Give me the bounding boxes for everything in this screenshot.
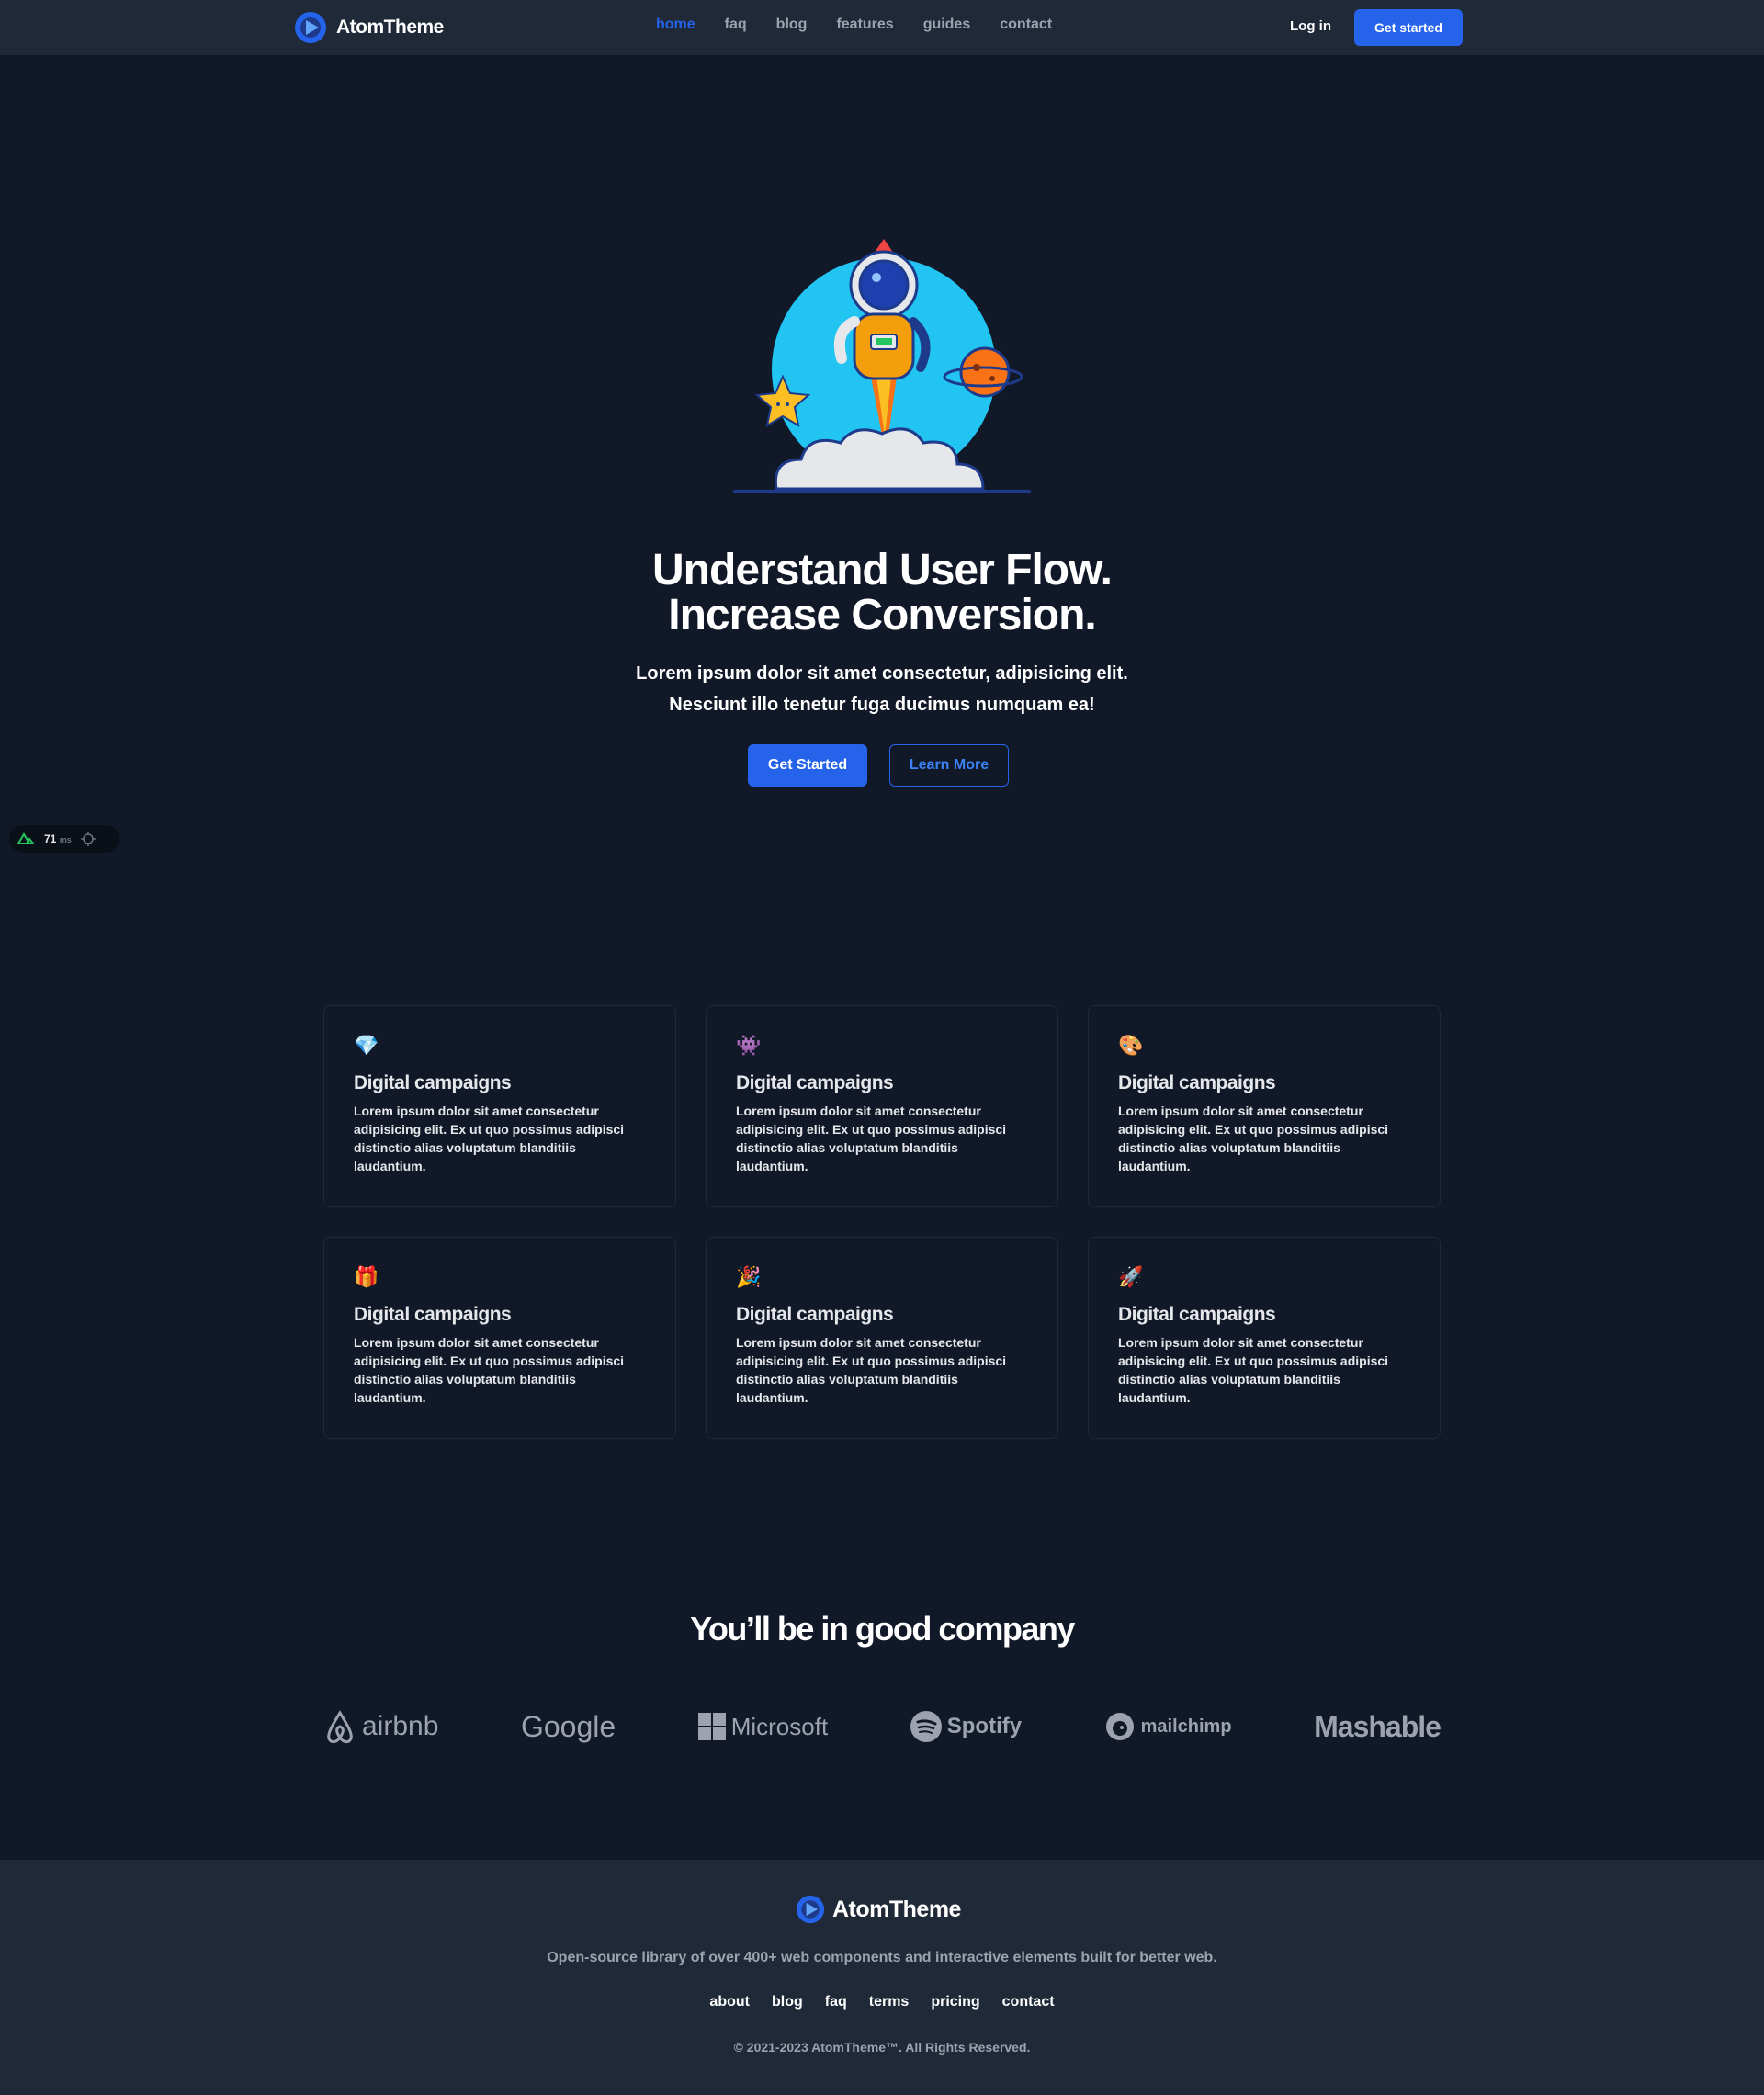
hero-title-line-1: Understand User Flow. <box>652 546 1113 595</box>
footer-brand-name: AtomTheme <box>832 1896 961 1922</box>
nav-link-home[interactable]: home <box>656 17 695 33</box>
copyright: © 2021-2023 AtomTheme™. All Rights Reser… <box>733 2040 1031 2055</box>
gem-icon: 💎 <box>354 1034 379 1057</box>
gift-icon: 🎁 <box>354 1265 379 1288</box>
footer-link-blog[interactable]: blog <box>772 1994 803 2010</box>
nav-link-features[interactable]: features <box>836 17 893 33</box>
airbnb-logo: airbnb <box>323 1704 438 1750</box>
feature-title: Digital campaigns <box>1118 1072 1276 1093</box>
rocket-icon: 🚀 <box>1118 1265 1144 1288</box>
spotify-icon <box>910 1711 942 1742</box>
alien-monster-icon: 👾 <box>736 1034 762 1057</box>
feature-text: Lorem ipsum dolor sit amet consectetur a… <box>354 1335 625 1405</box>
footer-link-terms[interactable]: terms <box>869 1994 910 2010</box>
feature-text: Lorem ipsum dolor sit amet consectetur a… <box>354 1104 625 1173</box>
hero-subtitle-line-1: Lorem ipsum dolor sit amet consectetur, … <box>636 663 1128 684</box>
feature-text: Lorem ipsum dolor sit amet consectetur a… <box>736 1104 1007 1173</box>
footer-link-faq[interactable]: faq <box>825 1994 847 2010</box>
feature-card: 🎨 Digital campaigns Lorem ipsum dolor si… <box>1088 1005 1441 1207</box>
feature-title: Digital campaigns <box>354 1072 512 1093</box>
hero-title-line-2: Increase Conversion. <box>668 591 1097 640</box>
feature-card: 👾 Digital campaigns Lorem ipsum dolor si… <box>706 1005 1058 1207</box>
brand-name: AtomTheme <box>336 17 444 38</box>
brand[interactable]: AtomTheme <box>294 11 444 44</box>
airbnb-wordmark: airbnb <box>362 1711 439 1741</box>
feature-text: Lorem ipsum dolor sit amet consectetur a… <box>1118 1335 1389 1405</box>
party-popper-icon: 🎉 <box>736 1265 762 1288</box>
hero-subtitle-line-2: Nesciunt illo tenetur fuga ducimus numqu… <box>669 695 1095 715</box>
airbnb-icon <box>327 1710 353 1744</box>
feature-card: 🚀 Digital campaigns Lorem ipsum dolor si… <box>1088 1237 1441 1439</box>
nav-link-contact[interactable]: contact <box>1000 17 1052 33</box>
feature-text: Lorem ipsum dolor sit amet consectetur a… <box>1118 1104 1389 1173</box>
company-logos: airbnb Google Microsoft Spotify mailchim… <box>323 1704 1442 1750</box>
feature-card: 🎁 Digital campaigns Lorem ipsum dolor si… <box>323 1237 676 1439</box>
microsoft-wordmark: Microsoft <box>730 1712 829 1740</box>
top-navbar: AtomTheme home faq blog features guides … <box>0 0 1764 55</box>
get-started-button[interactable]: Get Started <box>748 744 867 787</box>
hero-title: Understand User Flow. Increase Conversio… <box>0 548 1764 638</box>
astronaut-rocket-illustration <box>733 239 1031 493</box>
spotify-logo: Spotify <box>910 1704 1022 1750</box>
atom-logo-icon <box>295 12 326 43</box>
feature-title: Digital campaigns <box>1118 1304 1276 1325</box>
render-time: 71 ms <box>44 832 72 845</box>
devtools-widget[interactable]: 71 ms <box>9 825 119 853</box>
mailchimp-logo: mailchimp <box>1104 1704 1232 1750</box>
hero-subtitle: Lorem ipsum dolor sit amet consectetur, … <box>0 658 1764 720</box>
mashable-wordmark: Mashable <box>1314 1709 1442 1743</box>
feature-card: 🎉 Digital campaigns Lorem ipsum dolor si… <box>706 1237 1058 1439</box>
feature-title: Digital campaigns <box>736 1072 894 1093</box>
footer-link-contact[interactable]: contact <box>1002 1994 1055 2010</box>
footer-link-about[interactable]: about <box>709 1994 750 2010</box>
nav-link-blog[interactable]: blog <box>776 17 808 33</box>
footer-nav: about blog faq terms pricing contact <box>0 1994 1764 2010</box>
footer: AtomTheme Open-source library of over 40… <box>0 1860 1764 2095</box>
feature-card: 💎 Digital campaigns Lorem ipsum dolor si… <box>323 1005 676 1207</box>
main-nav: home faq blog features guides contact <box>656 17 1052 33</box>
company-title: You’ll be in good company <box>690 1610 1075 1648</box>
footer-description: Open-source library of over 400+ web com… <box>547 1950 1217 1965</box>
nav-link-faq[interactable]: faq <box>725 17 747 33</box>
login-link[interactable]: Log in <box>1290 18 1331 34</box>
feature-title: Digital campaigns <box>736 1304 894 1325</box>
microsoft-logo: Microsoft <box>697 1704 829 1750</box>
learn-more-button[interactable]: Learn More <box>889 744 1009 787</box>
get-started-nav-button[interactable]: Get started <box>1354 9 1463 46</box>
atom-logo-icon <box>796 1895 825 1924</box>
microsoft-icon <box>697 1713 726 1740</box>
google-wordmark: Google <box>520 1709 616 1743</box>
feature-title: Digital campaigns <box>354 1304 512 1325</box>
footer-link-pricing[interactable]: pricing <box>931 1994 979 2010</box>
nav-link-guides[interactable]: guides <box>923 17 971 33</box>
palette-icon: 🎨 <box>1118 1034 1144 1057</box>
nuxt-icon <box>17 832 35 844</box>
mailchimp-icon <box>1105 1713 1134 1740</box>
mailchimp-wordmark: mailchimp <box>1140 1716 1232 1737</box>
mashable-logo: Mashable <box>1314 1704 1442 1750</box>
crosshair-icon[interactable] <box>80 832 96 846</box>
spotify-wordmark: Spotify <box>946 1714 1023 1738</box>
footer-brand[interactable]: AtomTheme <box>796 1893 961 1926</box>
features-grid: 💎 Digital campaigns Lorem ipsum dolor si… <box>323 1005 1441 1439</box>
feature-text: Lorem ipsum dolor sit amet consectetur a… <box>736 1335 1007 1405</box>
google-logo: Google <box>521 1704 616 1750</box>
